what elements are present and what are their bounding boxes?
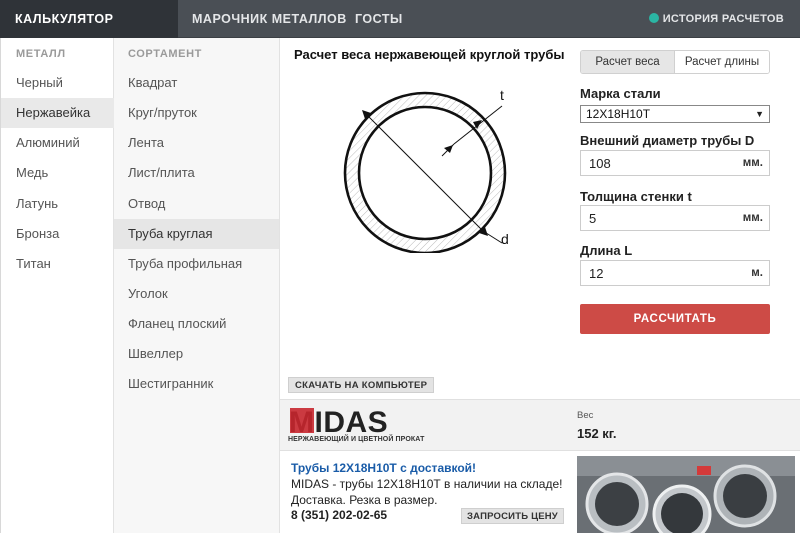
- metal-item-stainless[interactable]: Нержавейка: [1, 98, 114, 128]
- assortment-item-profile-pipe[interactable]: Труба профильная: [114, 249, 279, 279]
- steel-grade-select[interactable]: 12Х18Н10Т ▼: [580, 105, 770, 123]
- ad-phone: 8 (351) 202-02-65: [291, 508, 388, 522]
- outer-diameter-input[interactable]: [581, 151, 731, 175]
- metal-item-titanium[interactable]: Титан: [1, 249, 114, 279]
- tab-metal-grades[interactable]: Марочник металлов: [192, 0, 347, 38]
- assortment-item-round-pipe[interactable]: Труба круглая: [114, 219, 279, 249]
- download-button[interactable]: Скачать на компьютер: [288, 377, 435, 393]
- outer-diameter-field: мм.: [580, 150, 770, 176]
- metal-item-bronze[interactable]: Бронза: [1, 219, 114, 249]
- pipes-photo[interactable]: [577, 456, 795, 533]
- ad-block: Трубы 12Х18Н10Т с доставкой! MIDAS - тру…: [280, 456, 800, 533]
- steel-grade-value: 12Х18Н10Т: [586, 107, 651, 121]
- assortment-heading: Сортамент: [128, 48, 202, 60]
- assortment-item-strip[interactable]: Лента: [114, 128, 279, 158]
- ad-line-2: Доставка. Резка в размер.: [291, 493, 438, 507]
- request-price-button[interactable]: Запросить цену: [461, 508, 564, 524]
- assortment-item-sheet[interactable]: Лист/плита: [114, 158, 279, 188]
- calc-title: Расчет веса нержавеющей круглой трубы: [294, 47, 565, 62]
- calc-mode-toggle: Расчет веса Расчет длины: [580, 50, 770, 74]
- outer-diameter-unit: мм.: [742, 157, 763, 169]
- pipe-cross-section-diagram: d t: [343, 87, 509, 253]
- pipe-hole-3: [723, 474, 767, 518]
- chevron-down-icon: ▼: [755, 109, 764, 119]
- wall-thickness-field: мм.: [580, 205, 770, 231]
- metal-item-black[interactable]: Черный: [1, 68, 114, 98]
- metal-item-aluminum[interactable]: Алюминий: [1, 128, 114, 158]
- tab-metal-calculator[interactable]: Калькулятор металла: [0, 0, 178, 64]
- metal-item-brass[interactable]: Латунь: [1, 189, 114, 219]
- steel-grade-label: Марка стали: [580, 86, 661, 101]
- tab-weight-calc[interactable]: Расчет веса: [581, 51, 675, 73]
- wall-thickness-input[interactable]: [581, 206, 731, 230]
- history-dot-icon: [648, 13, 659, 23]
- metal-heading: Металл: [16, 48, 66, 60]
- metal-menu: Металл Черный Нержавейка Алюминий Медь Л…: [0, 38, 114, 533]
- midas-logo-mark: MIDAS: [289, 406, 388, 439]
- calculator-panel: Расчет веса нержавеющей круглой трубы d …: [280, 38, 800, 533]
- length-field: м.: [580, 260, 770, 286]
- length-unit: м.: [751, 267, 763, 279]
- wall-thickness-label: Толщина стенки t: [580, 189, 692, 204]
- assortment-item-flange[interactable]: Фланец плоский: [114, 309, 279, 339]
- tab-length-calc[interactable]: Расчет длины: [675, 51, 769, 73]
- history-label: История расчетов: [662, 13, 784, 25]
- weight-result-label: Вес: [577, 410, 594, 421]
- t-label: t: [500, 87, 504, 103]
- pipe-hole-1: [595, 482, 639, 526]
- top-nav: Калькулятор металла Марочник металлов Го…: [0, 0, 800, 64]
- assortment-item-elbow[interactable]: Отвод: [114, 189, 279, 219]
- result-band: MIDAS НЕРЖАВЕЮЩИЙ И ЦВЕТНОЙ ПРОКАТ Вес 1…: [280, 399, 800, 451]
- midas-logo-subtitle: НЕРЖАВЕЮЩИЙ И ЦВЕТНОЙ ПРОКАТ: [288, 436, 425, 443]
- history-link[interactable]: История расчетов: [648, 0, 784, 38]
- assortment-item-square[interactable]: Квадрат: [114, 68, 279, 98]
- assortment-menu: Сортамент Квадрат Круг/пруток Лента Лист…: [114, 38, 280, 533]
- length-label: Длина L: [580, 243, 633, 258]
- pipe-label-tag: [697, 466, 711, 475]
- length-input[interactable]: [581, 261, 731, 285]
- weight-result-value: 152 кг.: [577, 426, 617, 441]
- metal-item-copper[interactable]: Медь: [1, 158, 114, 188]
- calculate-button[interactable]: Рассчитать: [580, 304, 770, 334]
- assortment-item-hexagon[interactable]: Шестигранник: [114, 369, 279, 399]
- tab-gosts[interactable]: Госты: [355, 0, 403, 38]
- d-label: d: [501, 231, 509, 247]
- assortment-item-channel[interactable]: Швеллер: [114, 339, 279, 369]
- d-leader-line: [482, 230, 503, 244]
- ad-line-1: MIDAS - трубы 12Х18Н10Т в наличии на скл…: [291, 477, 563, 491]
- midas-logo: MIDAS НЕРЖАВЕЮЩИЙ И ЦВЕТНОЙ ПРОКАТ: [288, 406, 424, 446]
- ad-title-link[interactable]: Трубы 12Х18Н10Т с доставкой!: [291, 461, 476, 475]
- outer-diameter-label: Внешний диаметр трубы D: [580, 133, 755, 148]
- wall-thickness-unit: мм.: [742, 212, 763, 224]
- assortment-item-angle[interactable]: Уголок: [114, 279, 279, 309]
- assortment-item-round-bar[interactable]: Круг/пруток: [114, 98, 279, 128]
- midas-logo-red-accent: [290, 408, 314, 433]
